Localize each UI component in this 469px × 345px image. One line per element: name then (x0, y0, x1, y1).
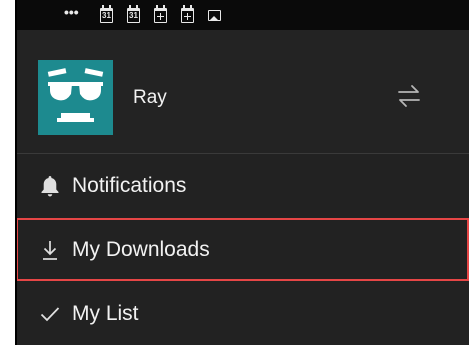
menu-item-label: My Downloads (72, 237, 210, 261)
avatar[interactable] (38, 60, 113, 135)
calendar-grid-icon (154, 4, 167, 23)
switch-profile-icon[interactable] (396, 82, 422, 110)
download-icon (40, 239, 60, 261)
menu-item-notifications[interactable]: Notifications (16, 155, 469, 217)
outer-margin (0, 0, 16, 345)
menu-item-my-downloads[interactable]: My Downloads (16, 218, 469, 281)
profile-header: Ray (16, 30, 469, 154)
menu-item-label: My List (72, 301, 139, 325)
calendar-icon: 31 (100, 4, 113, 23)
profile-username[interactable]: Ray (133, 87, 167, 109)
bell-icon (40, 175, 60, 197)
status-bar: ••• 31 31 (16, 0, 469, 30)
app-screen: ••• 31 31 Ray Notifications My Downloads… (0, 0, 469, 345)
more-notifications-icon: ••• (64, 4, 79, 20)
screen-edge (15, 0, 17, 345)
status-icons: ••• 31 31 (16, 4, 221, 23)
menu-item-my-list[interactable]: My List (16, 282, 469, 345)
calendar-grid-icon (181, 4, 194, 23)
image-icon (208, 9, 221, 21)
menu-item-label: Notifications (72, 174, 187, 197)
sunglasses-face-icon (47, 68, 104, 122)
calendar-icon: 31 (127, 4, 140, 23)
checkmark-icon (40, 303, 60, 325)
